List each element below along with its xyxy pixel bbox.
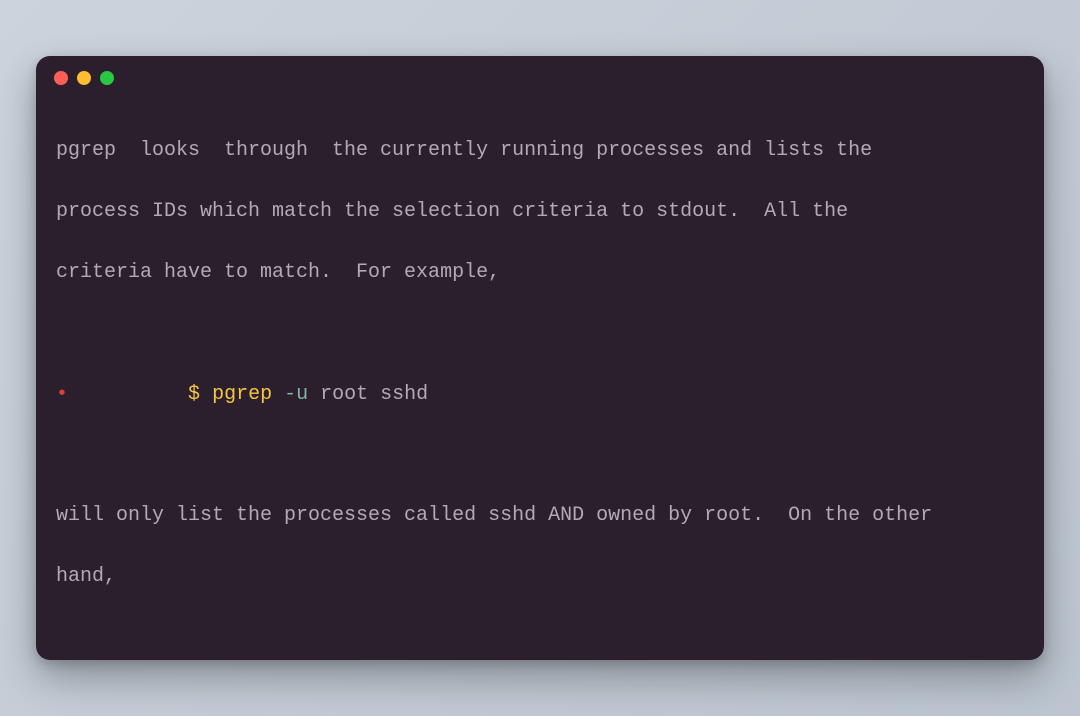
bullet-icon: • [56, 383, 68, 406]
prompt: $ [188, 383, 212, 406]
blank-line [56, 319, 1024, 349]
command-args: root sshd [308, 383, 428, 406]
terminal-window: pgrep looks through the currently runnin… [36, 56, 1044, 660]
command-name: pgrep [212, 383, 284, 406]
blank-line [56, 440, 1024, 470]
close-icon[interactable] [54, 71, 68, 85]
titlebar [36, 56, 1044, 100]
minimize-icon[interactable] [77, 71, 91, 85]
command-flag: -u [284, 383, 308, 406]
manpage-text: hand, [56, 562, 1024, 592]
maximize-icon[interactable] [100, 71, 114, 85]
stage: pgrep looks through the currently runnin… [0, 0, 1080, 716]
manpage-text: will only list the processes called sshd… [56, 501, 1024, 531]
manpage-text: process IDs which match the selection cr… [56, 197, 1024, 227]
manpage-text: pgrep looks through the currently runnin… [56, 136, 1024, 166]
manpage-text: criteria have to match. For example, [56, 258, 1024, 288]
terminal-body[interactable]: pgrep looks through the currently runnin… [36, 100, 1044, 660]
indent [68, 383, 188, 406]
command-example: • $ pgrep -u root sshd [56, 380, 1024, 410]
blank-line [56, 623, 1024, 653]
